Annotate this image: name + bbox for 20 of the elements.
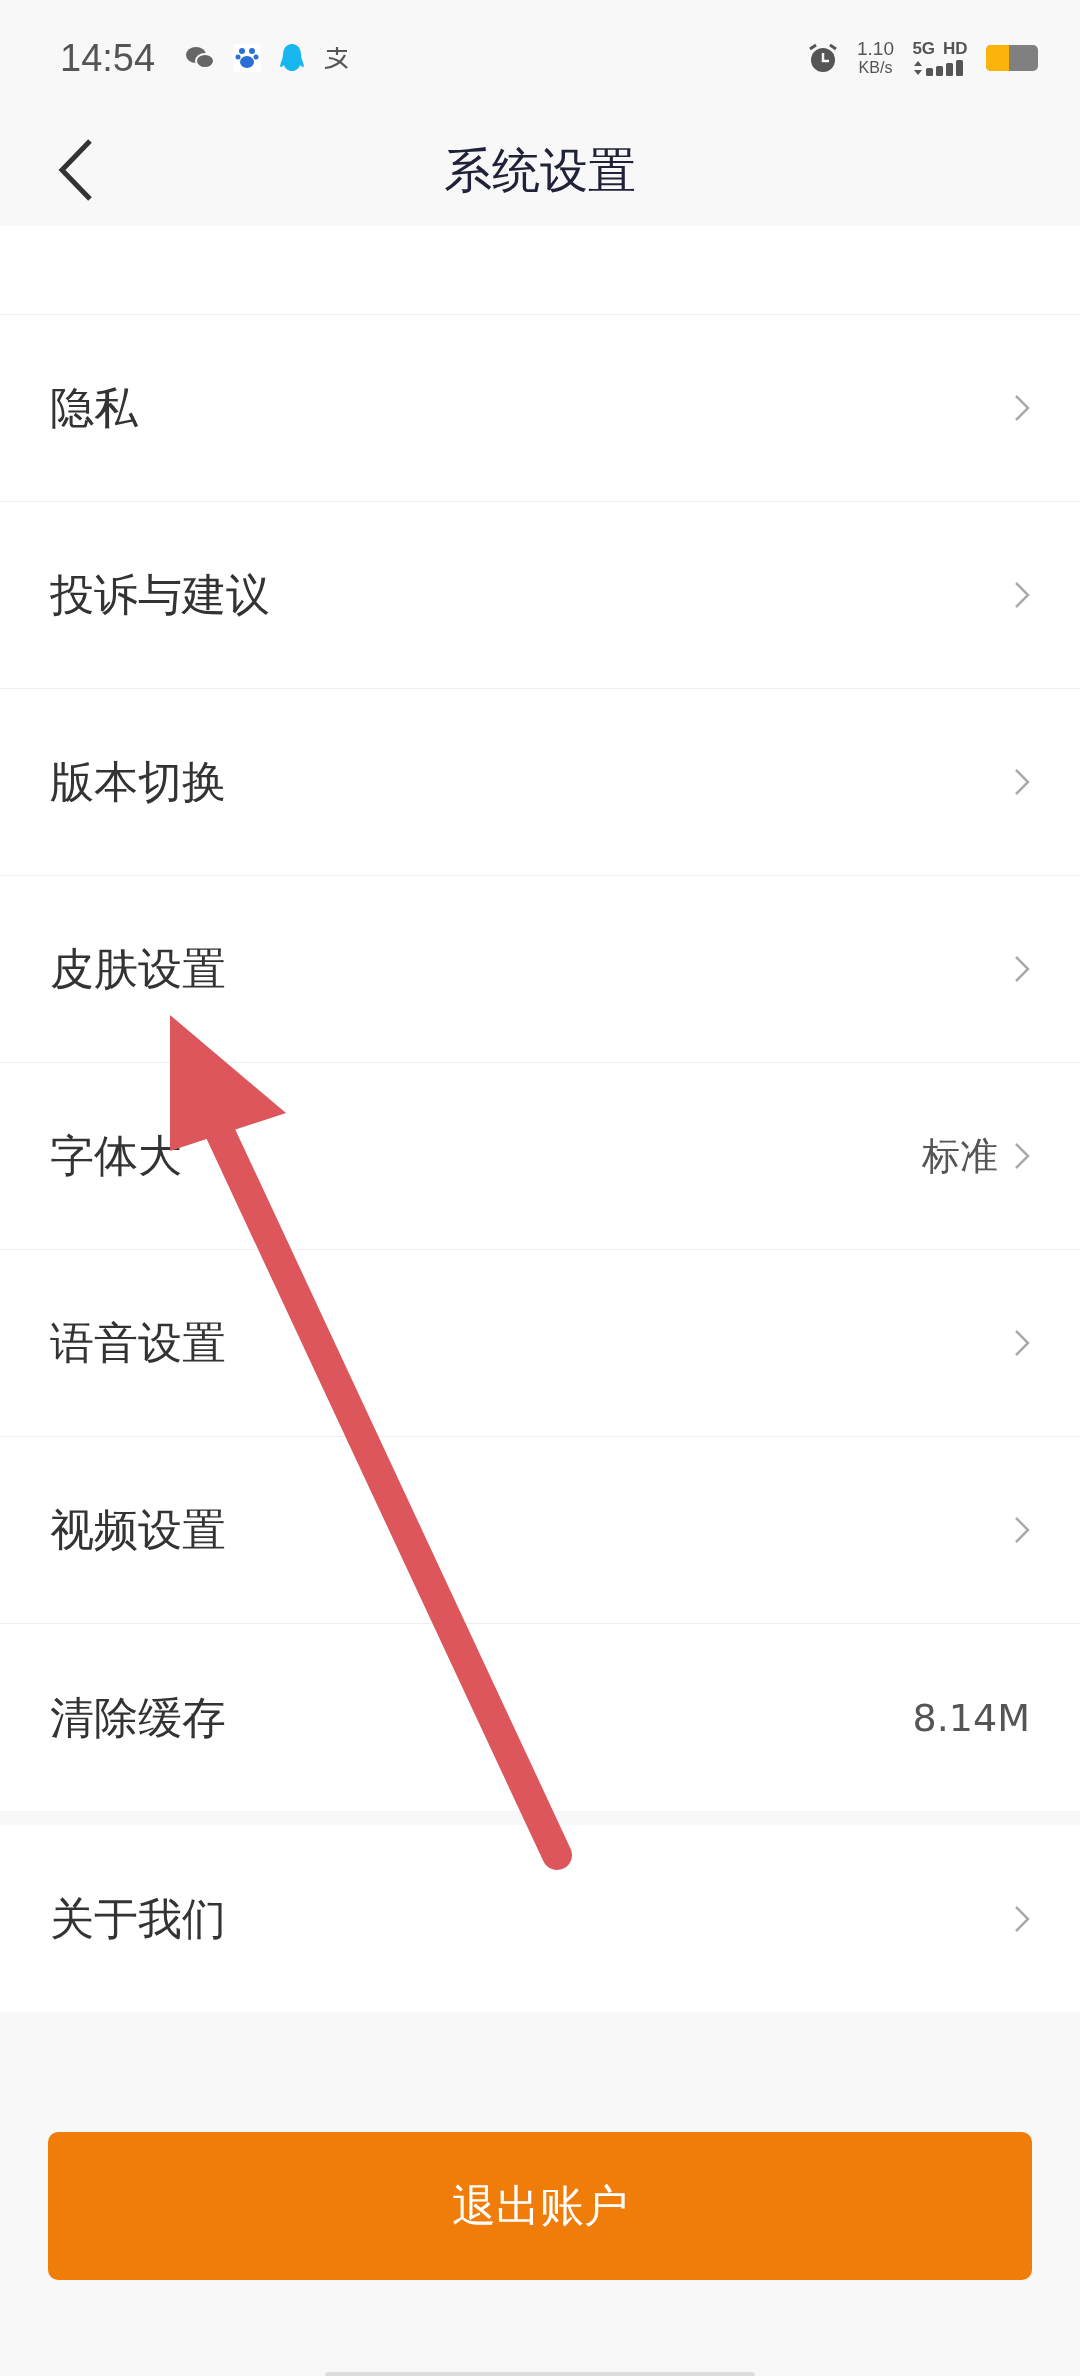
row-label: 视频设置: [50, 1503, 226, 1557]
paw-icon: [233, 44, 262, 72]
row-label: 清除缓存: [50, 1690, 226, 1745]
row-label: 投诉与建议: [50, 568, 270, 622]
page-title: 系统设置: [444, 141, 636, 200]
speed-unit: KB/s: [858, 58, 893, 77]
status-time: 14:54: [60, 36, 156, 80]
alarm-clock-icon: [807, 42, 839, 74]
network-type: 5G: [912, 40, 936, 58]
row-label: 皮肤设置: [50, 942, 226, 996]
row-label: 语音设置: [50, 1316, 226, 1370]
penguin-icon: [279, 43, 306, 73]
row-label: 关于我们: [50, 1891, 226, 1946]
battery-icon: [986, 45, 1038, 71]
hd-label: HD: [943, 40, 968, 58]
network-speed: 1.10: [857, 39, 894, 58]
row-value: 标准: [922, 1132, 998, 1180]
row-label: 版本切换: [50, 755, 226, 809]
row-label: 隐私: [50, 381, 138, 435]
row-value: 8.14M: [912, 1695, 1030, 1740]
